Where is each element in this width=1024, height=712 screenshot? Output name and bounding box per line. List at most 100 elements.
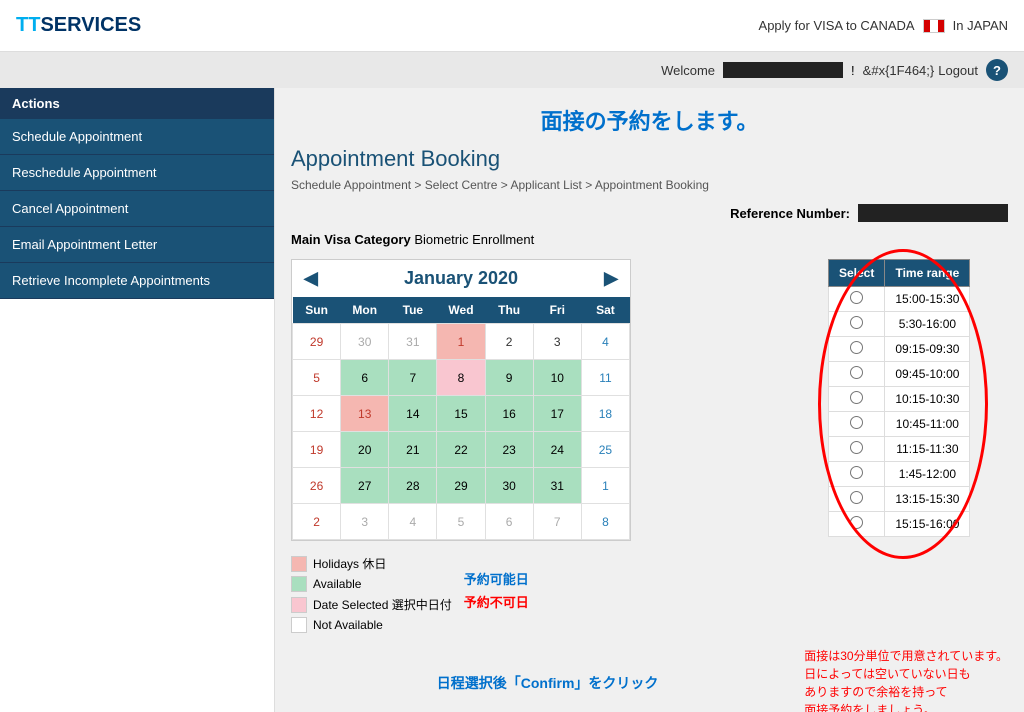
calendar-cell: 12	[293, 396, 341, 432]
calendar-cell[interactable]: 16	[485, 396, 533, 432]
calendar-cell: 30	[341, 324, 389, 360]
logout-button[interactable]: &#x{1F464;} Logout	[863, 63, 978, 78]
timeslot-time: 1:45-12:00	[885, 462, 970, 487]
calendar-cell[interactable]: 1	[437, 324, 485, 360]
calendar-cell: 5	[437, 504, 485, 540]
calendar-cell: 4	[389, 504, 437, 540]
cal-day-fri: Fri	[533, 297, 581, 324]
timeslot-radio[interactable]	[850, 516, 863, 529]
calendar-cell: 19	[293, 432, 341, 468]
timeslot-radio[interactable]	[850, 341, 863, 354]
bottom-area: 日程選択後「Confirm」をクリック 面接は30分単位で用意されています。 日…	[291, 647, 1008, 712]
reference-label: Reference Number:	[730, 206, 850, 221]
timeslot-table: Select Time range 15:00-15:305:30-16:000…	[828, 259, 970, 537]
timeslot-radio-cell[interactable]	[829, 412, 885, 437]
calendar-next-button[interactable]: ▶	[604, 268, 618, 289]
timeslot-radio[interactable]	[850, 316, 863, 329]
calendar-cell[interactable]: 13	[341, 396, 389, 432]
calendar-cell[interactable]: 21	[389, 432, 437, 468]
sidebar-item-email[interactable]: Email Appointment Letter	[0, 227, 274, 263]
legend-available-box	[291, 576, 307, 592]
calendar-cell[interactable]: 14	[389, 396, 437, 432]
sidebar-item-reschedule[interactable]: Reschedule Appointment	[0, 155, 274, 191]
welcome-label: Welcome	[661, 63, 715, 78]
calendar-cell: 7	[533, 504, 581, 540]
in-japan-text: In JAPAN	[953, 18, 1008, 33]
legend-annotations: Holidays 休日 Available Date Selected 選択中日…	[291, 547, 812, 633]
calendar-cell[interactable]: 22	[437, 432, 485, 468]
calendar-cell: 31	[389, 324, 437, 360]
calendar-cell[interactable]: 9	[485, 360, 533, 396]
sidebar-header: Actions	[0, 88, 274, 119]
visa-apply-text: Apply for VISA to CANADA	[759, 18, 915, 33]
timeslot-radio[interactable]	[850, 416, 863, 429]
logout-label: Logout	[938, 63, 978, 78]
cal-day-thu: Thu	[485, 297, 533, 324]
calendar-cell[interactable]: 28	[389, 468, 437, 504]
help-button[interactable]: ?	[986, 59, 1008, 81]
timeslot-time: 13:15-15:30	[885, 487, 970, 512]
calendar-cell[interactable]: 27	[341, 468, 389, 504]
legend-date-selected: Date Selected 選択中日付	[291, 596, 452, 613]
sidebar-item-schedule[interactable]: Schedule Appointment	[0, 119, 274, 155]
annotation-not-available-day: 予約不可日	[464, 592, 529, 611]
cal-day-sat: Sat	[581, 297, 629, 324]
timeslot-time: 09:15-09:30	[885, 337, 970, 362]
timeslot-radio[interactable]	[850, 291, 863, 304]
annotation-available-day: 予約可能日	[464, 569, 529, 588]
calendar-cell[interactable]: 6	[341, 360, 389, 396]
timeslot-time: 11:15-11:30	[885, 437, 970, 462]
timeslot-radio-cell[interactable]	[829, 437, 885, 462]
calendar-cell[interactable]: 30	[485, 468, 533, 504]
timeslot-radio-cell[interactable]	[829, 462, 885, 487]
logo: TTSERVICES	[16, 14, 141, 37]
calendar-container: ◀ January 2020 ▶ Sun Mon Tue Wed Thu	[291, 259, 812, 633]
calendar-cell: 11	[581, 360, 629, 396]
legend-selected-box	[291, 597, 307, 613]
visa-category-value: Biometric Enrollment	[414, 232, 534, 247]
timeslot-radio[interactable]	[850, 391, 863, 404]
timeslot-radio[interactable]	[850, 366, 863, 379]
timeslot-radio[interactable]	[850, 441, 863, 454]
calendar-cell[interactable]: 7	[389, 360, 437, 396]
calendar-cell[interactable]: 24	[533, 432, 581, 468]
content-area: 面接の予約をします。 Appointment Booking Schedule …	[275, 88, 1024, 712]
timeslot-container: Select Time range 15:00-15:305:30-16:000…	[828, 259, 1008, 540]
calendar-cell: 2	[485, 324, 533, 360]
calendar-cell: 25	[581, 432, 629, 468]
calendar-cell[interactable]: 10	[533, 360, 581, 396]
timeslot-radio-cell[interactable]	[829, 487, 885, 512]
calendar-cell[interactable]: 29	[437, 468, 485, 504]
legend-not-available-box	[291, 617, 307, 633]
logo-services: SERVICES	[40, 14, 141, 37]
calendar-cell: 3	[341, 504, 389, 540]
timeslot-radio-cell[interactable]	[829, 287, 885, 312]
calendar-cell[interactable]: 23	[485, 432, 533, 468]
timeslot-radio-cell[interactable]	[829, 387, 885, 412]
calendar-header: ◀ January 2020 ▶	[292, 260, 630, 297]
sidebar-item-cancel[interactable]: Cancel Appointment	[0, 191, 274, 227]
calendar-cell[interactable]: 15	[437, 396, 485, 432]
timeslot-radio-cell[interactable]	[829, 512, 885, 537]
calendar-prev-button[interactable]: ◀	[304, 268, 318, 289]
timeslot-radio[interactable]	[850, 491, 863, 504]
timeslot-radio-cell[interactable]	[829, 362, 885, 387]
timeslot-radio-cell[interactable]	[829, 337, 885, 362]
header-right: Apply for VISA to CANADA In JAPAN	[759, 18, 1008, 33]
timeslot-radio[interactable]	[850, 466, 863, 479]
legend-holiday-label: Holidays 休日	[313, 555, 386, 572]
calendar-cell[interactable]: 31	[533, 468, 581, 504]
calendar-cell[interactable]: 17	[533, 396, 581, 432]
legend: Holidays 休日 Available Date Selected 選択中日…	[291, 555, 452, 633]
confirm-instruction: 日程選択後「Confirm」をクリック	[437, 673, 659, 693]
legend-holiday-box	[291, 556, 307, 572]
main-layout: Actions Schedule Appointment Reschedule …	[0, 88, 1024, 712]
calendar-cell[interactable]: 8	[437, 360, 485, 396]
calendar-cell[interactable]: 20	[341, 432, 389, 468]
calendar-grid: Sun Mon Tue Wed Thu Fri Sat 293031123456…	[292, 297, 630, 540]
calendar-cell: 29	[293, 324, 341, 360]
logout-icon: &#x{1F464;}	[863, 63, 935, 78]
calendar-cell: 5	[293, 360, 341, 396]
timeslot-radio-cell[interactable]	[829, 312, 885, 337]
sidebar-item-retrieve[interactable]: Retrieve Incomplete Appointments	[0, 263, 274, 299]
